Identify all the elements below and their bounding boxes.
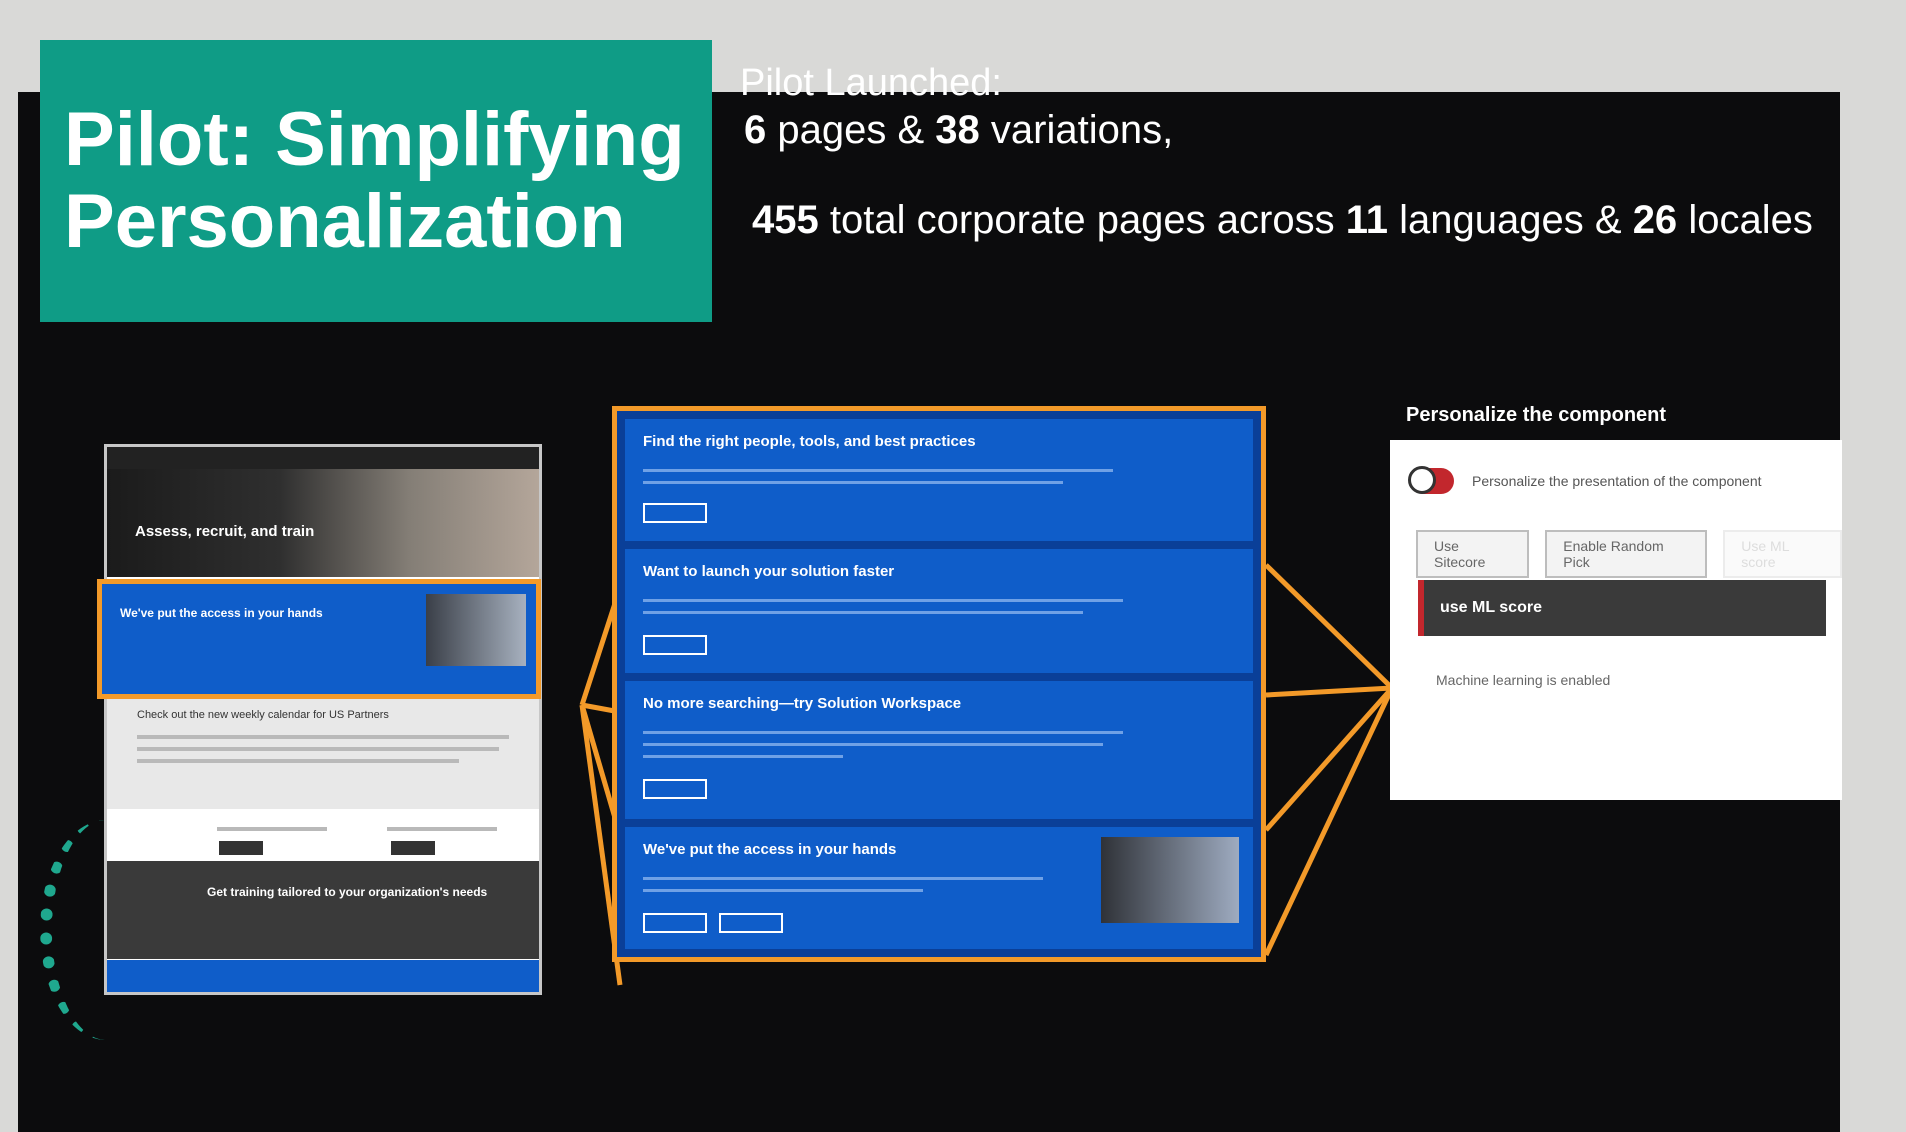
text-line	[643, 755, 843, 758]
variation-button	[643, 635, 707, 655]
selected-option: use ML score	[1418, 580, 1826, 636]
use-sitecore-button[interactable]: Use Sitecore	[1416, 530, 1530, 578]
variation-button	[643, 779, 707, 799]
variation-button	[643, 503, 707, 523]
text-line	[643, 599, 1123, 602]
variation-panel: We've put the access in your hands	[625, 827, 1253, 949]
variation-heading: We've put the access in your hands	[643, 841, 897, 858]
variation-heading: No more searching—try Solution Workspace	[643, 695, 962, 712]
variation-heading: Find the right people, tools, and best p…	[643, 433, 976, 450]
personalize-label: Personalize the component	[1406, 404, 1667, 426]
variation-photo	[1101, 837, 1239, 923]
text-line	[643, 731, 1123, 734]
variation-panel: Find the right people, tools, and best p…	[625, 419, 1253, 541]
variation-button	[643, 913, 707, 933]
variation-panel: No more searching—try Solution Workspace	[625, 681, 1253, 819]
variation-heading: Want to launch your solution faster	[643, 563, 895, 580]
personalize-toggle-row: Personalize the presentation of the comp…	[1408, 466, 1762, 494]
text-line	[643, 877, 1043, 880]
personalize-toggle-label: Personalize the presentation of the comp…	[1472, 473, 1762, 489]
personalize-toggle[interactable]	[1408, 466, 1454, 494]
text-line	[643, 611, 1083, 614]
use-ml-score-button[interactable]: Use ML score	[1723, 530, 1842, 578]
enable-random-pick-button[interactable]: Enable Random Pick	[1545, 530, 1708, 578]
personalize-options: Use Sitecore Enable Random Pick Use ML s…	[1416, 530, 1842, 578]
status-text: Machine learning is enabled	[1436, 672, 1611, 688]
variations-frame: Find the right people, tools, and best p…	[612, 406, 1266, 962]
variation-button	[719, 913, 783, 933]
variation-panel: Want to launch your solution faster	[625, 549, 1253, 673]
text-line	[643, 743, 1103, 746]
text-line	[643, 469, 1113, 472]
text-line	[643, 481, 1063, 484]
personalize-dialog: Personalize the presentation of the comp…	[1390, 440, 1842, 800]
text-line	[643, 889, 923, 892]
